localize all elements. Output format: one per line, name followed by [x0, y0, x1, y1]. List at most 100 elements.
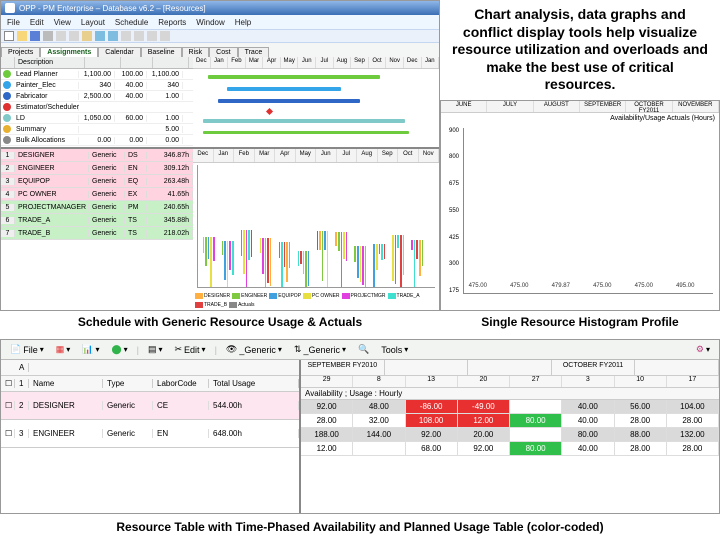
zoom-out-icon[interactable] — [160, 31, 170, 41]
gantt-bar[interactable] — [227, 87, 340, 91]
tab-projects[interactable]: Projects — [1, 47, 40, 57]
link-icon[interactable] — [121, 31, 131, 41]
grid-cell[interactable]: 48.00 — [353, 400, 405, 414]
copy-icon[interactable] — [69, 31, 79, 41]
settings-menu[interactable]: ⚙▾ — [693, 343, 713, 356]
grid-cell[interactable]: 40.00 — [562, 414, 614, 428]
row-checkbox[interactable]: ☐ — [1, 401, 15, 410]
grid-cell[interactable]: 92.00 — [458, 442, 510, 456]
grid-cell[interactable]: 108.00 — [406, 414, 458, 428]
grid-cell[interactable]: -86.00 — [406, 400, 458, 414]
usage-row[interactable]: 2 ENGINEER Generic EN 309.12h — [1, 162, 193, 175]
resource-row[interactable]: Estimator/Scheduler — [1, 102, 193, 113]
paste-icon[interactable] — [82, 31, 92, 41]
color-menu[interactable]: ⬤▾ — [109, 343, 131, 356]
save-icon[interactable] — [30, 31, 40, 41]
grid-cell[interactable]: 40.00 — [562, 442, 614, 456]
resource-row[interactable]: Lead Planner 1,100.00 100.00 1,100.00 — [1, 69, 193, 80]
filter-icon[interactable] — [134, 31, 144, 41]
grid-cell[interactable]: 20.00 — [458, 428, 510, 442]
grid-cell[interactable]: 132.00 — [667, 428, 719, 442]
grid-cell[interactable]: 56.00 — [615, 400, 667, 414]
cut-icon[interactable] — [56, 31, 66, 41]
grid-cell[interactable] — [510, 400, 562, 414]
layers-menu[interactable]: ▤▾ — [145, 343, 166, 356]
menu-file[interactable]: File — [7, 18, 20, 27]
grid-cell[interactable]: 28.00 — [615, 442, 667, 456]
resource-row-designer[interactable]: ☐ 2 DESIGNER Generic CE 544.00h — [1, 392, 299, 420]
usage-row[interactable]: 6 TRADE_A Generic TS 345.88h — [1, 214, 193, 227]
grid-cell[interactable]: 80.00 — [510, 442, 562, 456]
grid-cell[interactable]: 12.00 — [301, 442, 353, 456]
grid-cell[interactable]: 104.00 — [667, 400, 719, 414]
grid-cell[interactable]: 28.00 — [667, 442, 719, 456]
open-icon[interactable] — [17, 31, 27, 41]
palette-menu[interactable]: ▦▾ — [53, 343, 74, 356]
grid-cell[interactable]: 144.00 — [353, 428, 405, 442]
generic-filter-2[interactable]: ⇅_Generic▾ — [291, 343, 349, 356]
resource-row[interactable]: Fabricator 2,500.00 40.00 1.00 — [1, 91, 193, 102]
usage-row[interactable]: 3 EQUIPOP Generic EQ 263.48h — [1, 175, 193, 188]
resource-row[interactable]: Summary 5.00 — [1, 124, 193, 135]
edit-menu[interactable]: ✂Edit▾ — [171, 343, 208, 356]
tab-calendar[interactable]: Calendar — [98, 47, 140, 57]
resource-row[interactable]: Bulk Allocations 0.00 0.00 0.00 — [1, 135, 193, 146]
grid-cell[interactable]: 92.00 — [301, 400, 353, 414]
gantt-chart[interactable]: DecJanFebMarAprMayJunJulAugSepOctNovDecJ… — [193, 57, 439, 147]
tools-menu[interactable]: Tools▾ — [378, 344, 411, 356]
checkbox-header[interactable]: ☐ — [1, 379, 15, 388]
grid-cell[interactable]: 80.00 — [510, 414, 562, 428]
grid-cell[interactable]: 28.00 — [301, 414, 353, 428]
menu-schedule[interactable]: Schedule — [115, 18, 148, 27]
tab-risk[interactable]: Risk — [182, 47, 210, 57]
grid-cell[interactable]: 68.00 — [406, 442, 458, 456]
menu-edit[interactable]: Edit — [30, 18, 44, 27]
resource-row-engineer[interactable]: ☐ 3 ENGINEER Generic EN 648.00h — [1, 420, 299, 448]
menu-window[interactable]: Window — [196, 18, 224, 27]
gantt-milestone[interactable] — [266, 108, 273, 115]
grid-cell[interactable]: 40.00 — [562, 400, 614, 414]
grid-cell[interactable]: 12.00 — [458, 414, 510, 428]
menu-help[interactable]: Help — [235, 18, 251, 27]
grid-cell[interactable]: 80.00 — [562, 428, 614, 442]
resource-row[interactable]: Painter_Elec 340 40.00 340 — [1, 80, 193, 91]
tab-cost[interactable]: Cost — [209, 47, 237, 57]
period-month — [385, 360, 469, 375]
usage-row[interactable]: 4 PC OWNER Generic EX 41.65h — [1, 188, 193, 201]
gantt-bar[interactable] — [203, 119, 405, 123]
search-button[interactable]: 🔍 — [355, 343, 372, 356]
gantt-bar[interactable] — [218, 99, 361, 103]
grid-cell[interactable]: 28.00 — [615, 414, 667, 428]
grid-cell[interactable] — [510, 428, 562, 442]
print-icon[interactable] — [43, 31, 53, 41]
usage-row[interactable]: 7 TRADE_B Generic TS 218.02h — [1, 227, 193, 240]
usage-row[interactable]: 1 DESIGNER Generic DS 346.87h — [1, 149, 193, 162]
grid-cell[interactable] — [353, 442, 405, 456]
legend-swatch — [195, 293, 203, 299]
gantt-bar[interactable] — [208, 75, 380, 79]
redo-icon[interactable] — [108, 31, 118, 41]
grid-cell[interactable]: 32.00 — [353, 414, 405, 428]
grid-cell[interactable]: 188.00 — [301, 428, 353, 442]
usage-row[interactable]: 5 PROJECTMANAGER Generic PM 240.65h — [1, 201, 193, 214]
grid-cell[interactable]: 92.00 — [406, 428, 458, 442]
tab-trace[interactable]: Trace — [238, 47, 270, 57]
grid-cell[interactable]: 28.00 — [667, 414, 719, 428]
generic-filter-1[interactable]: 👁_Generic▾ — [223, 343, 285, 356]
bar-group — [222, 241, 234, 287]
tab-assignments[interactable]: Assignments — [40, 47, 98, 57]
menu-view[interactable]: View — [54, 18, 71, 27]
menu-reports[interactable]: Reports — [158, 18, 186, 27]
undo-icon[interactable] — [95, 31, 105, 41]
new-icon[interactable] — [4, 31, 14, 41]
file-menu[interactable]: 📄File▾ — [7, 343, 47, 356]
resource-row[interactable]: LD 1,050.00 60.00 1.00 — [1, 113, 193, 124]
chart-menu[interactable]: 📊▾ — [79, 343, 102, 356]
row-checkbox[interactable]: ☐ — [1, 429, 15, 438]
menu-layout[interactable]: Layout — [81, 18, 105, 27]
gantt-summary-bar[interactable] — [203, 131, 410, 134]
tab-baseline[interactable]: Baseline — [141, 47, 182, 57]
grid-cell[interactable]: 88.00 — [615, 428, 667, 442]
grid-cell[interactable]: -49.00 — [458, 400, 510, 414]
zoom-in-icon[interactable] — [147, 31, 157, 41]
